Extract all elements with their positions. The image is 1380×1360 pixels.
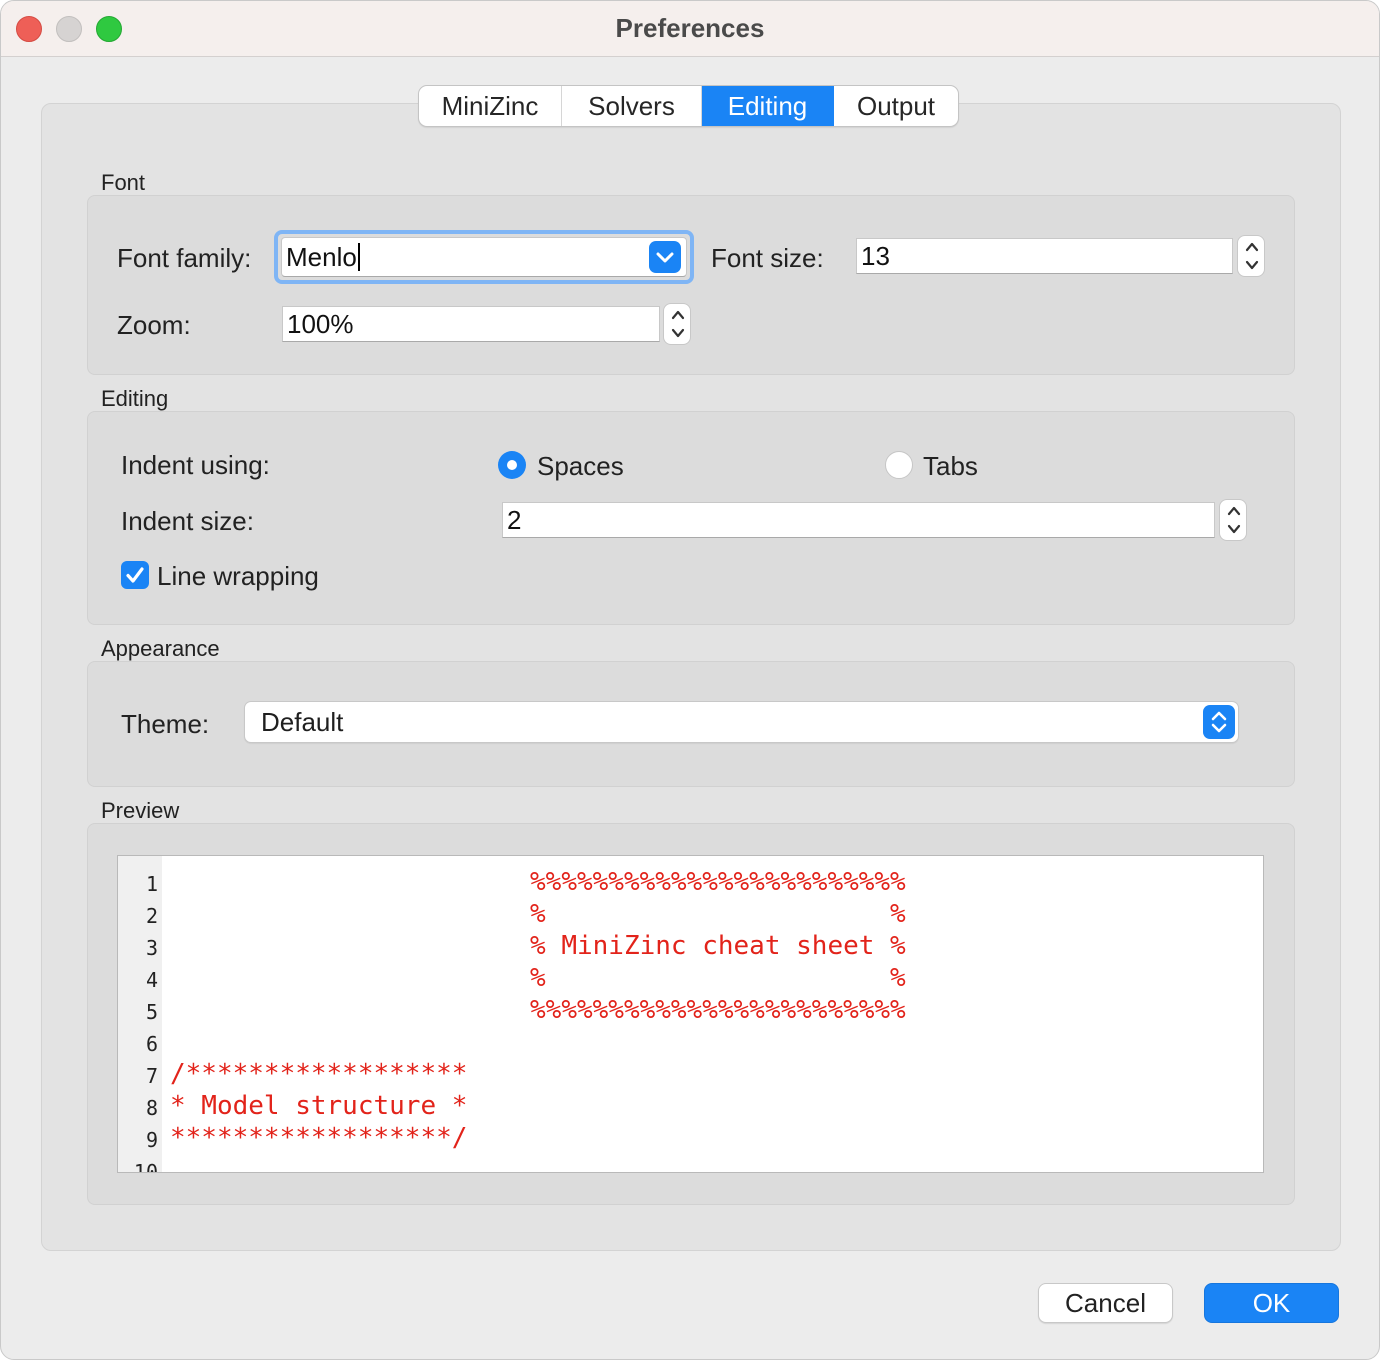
line-number: 6	[145, 1032, 158, 1056]
line-number-gutter: 1 2 3 4 5 6 7 8 9 10	[118, 856, 162, 1172]
tabs-radio[interactable]	[885, 451, 913, 479]
text-cursor	[357, 243, 360, 271]
font-group-title: Font	[101, 170, 146, 195]
tabs-radio-label[interactable]: Tabs	[923, 451, 978, 482]
theme-label: Theme:	[121, 709, 210, 739]
indent-using-label: Indent using:	[121, 450, 270, 480]
font-family-dropdown-button[interactable]	[649, 241, 681, 273]
cancel-button[interactable]: Cancel	[1038, 1283, 1173, 1323]
stepper-arrows-icon	[1245, 242, 1259, 270]
preview-group-title: Preview	[101, 798, 180, 823]
preview-editor[interactable]: 1 2 3 4 5 6 7 8 9 10 %%%%%%%%%%%%%%%%%%%…	[117, 855, 1264, 1173]
chevron-down-icon	[656, 252, 674, 263]
stepper-arrows-icon	[1227, 506, 1241, 534]
code-line: /******************	[170, 1059, 468, 1089]
code-line: % %	[170, 899, 906, 929]
font-family-label: Font family:	[117, 243, 252, 273]
line-number: 4	[145, 968, 158, 992]
tab-bar: MiniZinc Solvers Editing Output	[418, 85, 959, 127]
zoom-stepper[interactable]	[663, 303, 691, 345]
indent-size-label: Indent size:	[121, 506, 254, 536]
line-number: 9	[145, 1128, 158, 1152]
tab-output[interactable]: Output	[834, 86, 958, 126]
theme-select[interactable]: Default	[244, 701, 1239, 743]
updown-chevron-icon	[1211, 711, 1227, 733]
font-size-stepper[interactable]	[1237, 235, 1265, 277]
title-bar: Preferences	[1, 1, 1379, 57]
line-number: 8	[145, 1096, 158, 1120]
font-size-input[interactable]: 13	[856, 238, 1233, 274]
line-number: 1	[145, 872, 158, 896]
line-number: 5	[145, 1000, 158, 1024]
line-wrapping-label[interactable]: Line wrapping	[157, 561, 319, 592]
indent-size-input[interactable]: 2	[502, 502, 1215, 538]
line-wrapping-checkbox[interactable]	[121, 561, 149, 589]
spaces-radio[interactable]	[498, 451, 526, 479]
tab-editing[interactable]: Editing	[702, 86, 834, 126]
tab-minizinc[interactable]: MiniZinc	[419, 86, 562, 126]
ok-button[interactable]: OK	[1204, 1283, 1339, 1323]
theme-select-value: Default	[261, 707, 344, 737]
theme-popup-button[interactable]	[1203, 705, 1235, 739]
window-title: Preferences	[615, 13, 765, 43]
line-number: 7	[145, 1064, 158, 1088]
code-line: * Model structure *	[170, 1091, 468, 1121]
zoom-input[interactable]: 100%	[282, 306, 660, 342]
zoom-label: Zoom:	[117, 310, 191, 340]
font-size-label: Font size:	[711, 243, 824, 273]
editing-group-title: Editing	[101, 386, 169, 411]
code-line: % %	[170, 963, 906, 993]
code-line: %%%%%%%%%%%%%%%%%%%%%%%%	[170, 867, 906, 897]
font-family-combobox[interactable]: Menlo	[281, 237, 687, 277]
preferences-window: Preferences MiniZinc Solvers Editing Out…	[0, 0, 1380, 1360]
stepper-arrows-icon	[671, 310, 685, 338]
indent-size-stepper[interactable]	[1219, 499, 1247, 541]
line-number: 10	[133, 1160, 158, 1173]
code-line: % MiniZinc cheat sheet %	[170, 931, 906, 961]
checkmark-icon	[126, 567, 144, 583]
spaces-radio-label[interactable]: Spaces	[537, 451, 624, 482]
code-line: %%%%%%%%%%%%%%%%%%%%%%%%	[170, 995, 906, 1025]
tab-solvers[interactable]: Solvers	[562, 86, 702, 126]
line-number: 3	[145, 936, 158, 960]
line-number: 2	[145, 904, 158, 928]
font-family-value: Menlo	[286, 242, 357, 272]
code-line: ******************/	[170, 1123, 468, 1153]
appearance-group-title: Appearance	[101, 636, 220, 661]
font-group	[87, 195, 1295, 375]
